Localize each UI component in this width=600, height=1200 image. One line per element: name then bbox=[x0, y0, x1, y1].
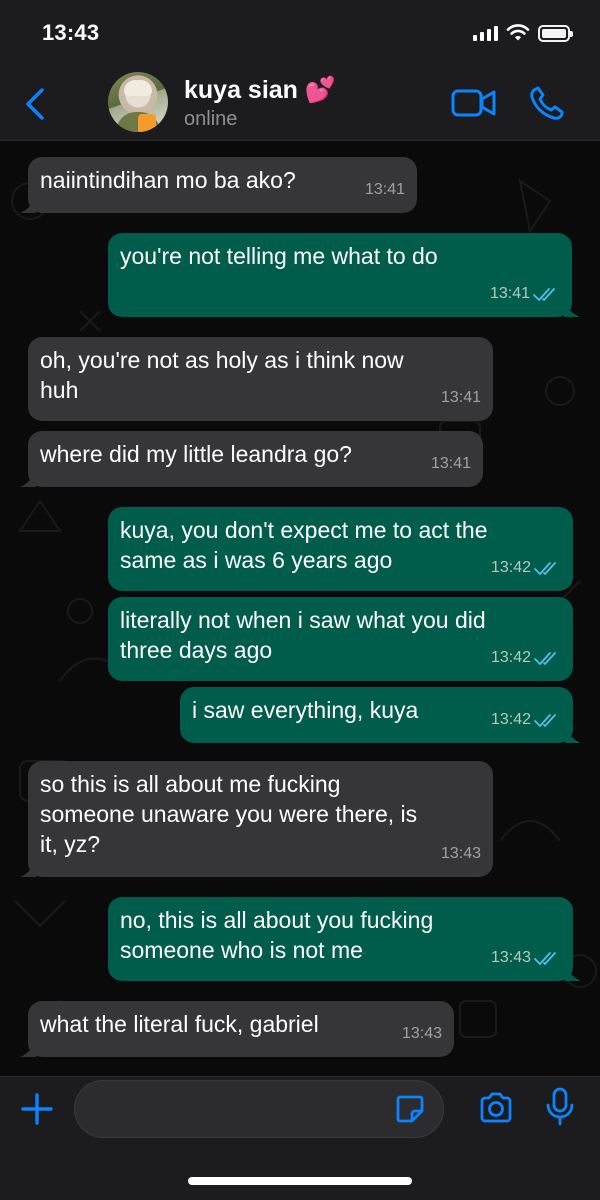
avatar[interactable] bbox=[108, 72, 168, 132]
home-indicator bbox=[188, 1177, 412, 1185]
outgoing-message-bubble[interactable]: kuya, you don't expect me to act the sam… bbox=[108, 507, 573, 591]
chat-header: kuya sian 💕 online bbox=[0, 66, 600, 141]
bubble-tail bbox=[20, 861, 36, 877]
message-meta: 13:42 bbox=[491, 643, 561, 673]
incoming-message-bubble[interactable]: oh, you're not as holy as i think now hu… bbox=[28, 337, 493, 421]
message-time: 13:42 bbox=[490, 649, 531, 666]
wifi-icon bbox=[506, 24, 530, 41]
message-time: 13:41 bbox=[364, 181, 405, 198]
message-meta: 13:41 bbox=[365, 175, 405, 205]
message-meta: 13:41 bbox=[490, 279, 560, 309]
microphone-icon[interactable] bbox=[545, 1087, 575, 1127]
input-bar bbox=[0, 1076, 600, 1200]
message-meta: 13:42 bbox=[491, 705, 561, 735]
read-receipt-icon bbox=[534, 714, 556, 728]
bubble-tail bbox=[20, 471, 36, 487]
message-meta: 13:43 bbox=[402, 1019, 442, 1049]
message-time: 13:41 bbox=[430, 455, 471, 472]
message-text: naiintindihan mo ba ako? bbox=[40, 167, 296, 193]
bubble-tail bbox=[565, 965, 581, 981]
outgoing-message-bubble[interactable]: literally not when i saw what you did th… bbox=[108, 597, 573, 681]
contact-status: online bbox=[184, 108, 238, 130]
chat-screen: 13:43 kuya sian 💕 online naiintindihan m… bbox=[0, 0, 600, 1200]
incoming-message-bubble[interactable]: naiintindihan mo ba ako? 13:41 bbox=[20, 157, 417, 213]
message-time: 13:41 bbox=[489, 285, 530, 302]
message-time: 13:43 bbox=[490, 949, 531, 966]
chevron-left-icon[interactable] bbox=[20, 86, 50, 122]
status-bar: 13:43 bbox=[0, 0, 600, 66]
message-input[interactable] bbox=[74, 1080, 444, 1138]
message-time: 13:43 bbox=[440, 845, 481, 862]
message-text: what the literal fuck, gabriel bbox=[40, 1011, 319, 1037]
phone-icon[interactable] bbox=[528, 86, 568, 122]
video-camera-icon[interactable] bbox=[451, 88, 497, 118]
message-meta: 13:43 bbox=[441, 839, 481, 869]
message-text: oh, you're not as holy as i think now hu… bbox=[40, 347, 404, 403]
message-time: 13:41 bbox=[440, 389, 481, 406]
message-text: you're not telling me what to do bbox=[120, 243, 438, 269]
read-receipt-icon bbox=[534, 652, 556, 666]
bubble-tail bbox=[20, 1041, 36, 1057]
sticker-icon[interactable] bbox=[394, 1093, 426, 1125]
message-meta: 13:43 bbox=[491, 943, 561, 973]
message-meta: 13:41 bbox=[441, 383, 481, 413]
outgoing-message-bubble[interactable]: you're not telling me what to do 13:41 bbox=[108, 233, 580, 317]
read-receipt-icon bbox=[533, 288, 555, 302]
contact-name[interactable]: kuya sian 💕 bbox=[184, 76, 336, 105]
incoming-message-bubble[interactable]: so this is all about me fucking someone … bbox=[20, 761, 493, 877]
read-receipt-icon bbox=[534, 952, 556, 966]
bubble-tail bbox=[565, 727, 581, 743]
status-icons bbox=[473, 22, 573, 44]
message-time: 13:42 bbox=[490, 711, 531, 728]
outgoing-message-bubble[interactable]: i saw everything, kuya 13:42 bbox=[180, 687, 581, 743]
message-meta: 13:41 bbox=[431, 449, 471, 479]
signal-icon bbox=[473, 25, 498, 41]
message-text: where did my little leandra go? bbox=[40, 441, 352, 467]
message-meta: 13:42 bbox=[491, 553, 561, 583]
bubble-tail bbox=[20, 197, 36, 213]
message-text: so this is all about me fucking someone … bbox=[40, 771, 418, 857]
chat-body[interactable]: naiintindihan mo ba ako? 13:41 you're not … bbox=[0, 141, 600, 1076]
read-receipt-icon bbox=[534, 562, 556, 576]
message-time: 13:42 bbox=[490, 559, 531, 576]
battery-icon bbox=[538, 24, 573, 42]
status-time: 13:43 bbox=[42, 20, 100, 45]
plus-icon[interactable] bbox=[20, 1092, 54, 1126]
incoming-message-bubble[interactable]: where did my little leandra go? 13:41 bbox=[20, 431, 483, 487]
bubble-tail bbox=[564, 301, 580, 317]
incoming-message-bubble[interactable]: what the literal fuck, gabriel 13:43 bbox=[20, 1001, 454, 1057]
outgoing-message-bubble[interactable]: no, this is all about you fucking someon… bbox=[108, 897, 581, 981]
message-time: 13:43 bbox=[401, 1025, 442, 1042]
camera-icon[interactable] bbox=[478, 1091, 514, 1125]
